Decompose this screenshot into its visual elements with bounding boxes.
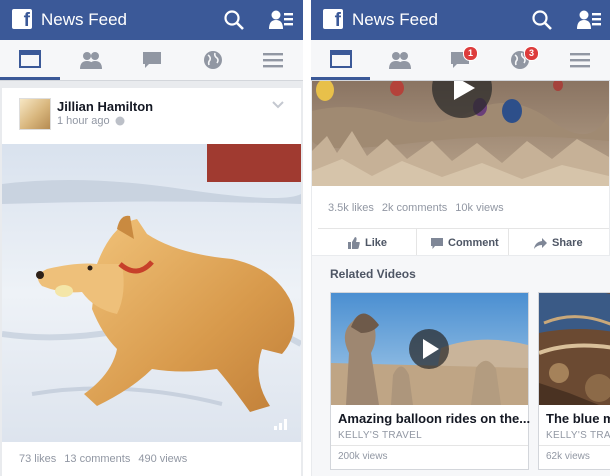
thumbs-up-icon [348,237,360,249]
related-video-card[interactable]: Amazing balloon rides on the... KELLY'S … [330,292,530,470]
video-views: 200k views [338,451,388,462]
tab-notifications[interactable] [490,40,550,80]
related-videos-section: Related Videos Amazing balloon rides on … [312,256,610,476]
post-time[interactable]: 1 hour ago [57,115,110,127]
top-bar: f News Feed [311,0,610,40]
divider [539,445,610,446]
post-photo-dog-in-snow[interactable] [2,144,301,442]
tab-messages[interactable] [121,40,182,80]
messages-badge: 1 [463,46,478,61]
likes-count[interactable]: 3.5k likes [328,202,374,214]
video-source[interactable]: KELLY'S TRAVEL [338,430,422,441]
like-label: Like [365,237,388,249]
comment-label: Comment [448,237,499,249]
likes-count[interactable]: 73 likes [19,453,56,465]
hamburger-menu-icon [263,53,283,68]
signal-icon [274,419,287,430]
friends-list-icon[interactable] [269,9,293,31]
facebook-logo-icon[interactable]: f [12,9,32,29]
tab-news-feed[interactable] [311,40,370,80]
like-button[interactable]: Like [348,237,387,249]
share-label: Share [552,237,583,249]
related-video-card[interactable]: The blue mo KELLY'S TRAV 62k views [538,292,610,470]
video-post-card: 3.5k likes 2k comments 10k views Like Comm… [312,81,609,255]
friends-list-icon[interactable] [577,9,601,31]
search-icon[interactable] [223,9,245,31]
divider [318,228,609,229]
tab-menu[interactable] [243,40,303,80]
post-stats: 73 likes 13 comments 490 views [19,453,195,465]
comment-button[interactable]: Comment [431,237,499,249]
avatar[interactable] [19,98,51,130]
video-thumbnail-cappadocia[interactable] [312,81,609,186]
comments-count[interactable]: 13 comments [64,453,130,465]
top-bar: f News Feed [0,0,303,40]
globe-icon [203,51,222,69]
left-screen: f News Feed Jillian Hamilton 1 hour ago [0,0,303,476]
video-title[interactable]: Amazing balloon rides on the... [338,411,530,426]
tab-friend-requests[interactable] [370,40,430,80]
tab-bar: 1 3 [311,40,610,81]
divider [416,229,417,255]
author-name[interactable]: Jillian Hamilton [57,99,153,114]
notifications-badge: 3 [524,46,539,61]
divider [508,229,509,255]
header-title: News Feed [41,10,127,29]
comments-count[interactable]: 2k comments [382,202,447,214]
tab-friend-requests[interactable] [60,40,121,80]
tab-bar [0,40,303,81]
post-stats: 3.5k likes 2k comments 10k views [328,202,512,214]
views-count[interactable]: 10k views [455,202,503,214]
video-source[interactable]: KELLY'S TRAV [546,430,610,441]
chat-icon [142,52,161,68]
video-thumbnail-blue-mosque[interactable] [539,293,610,405]
chevron-down-icon[interactable] [272,101,284,109]
news-feed-icon [19,49,41,68]
post-card: Jillian Hamilton 1 hour ago 73 likes 13 c… [2,88,301,476]
video-thumbnail-fairy-chimneys[interactable] [331,293,528,405]
tab-menu[interactable] [550,40,610,80]
divider [331,445,528,446]
video-title[interactable]: The blue mo [546,411,610,426]
share-icon [534,237,547,249]
friends-icon [79,52,102,69]
news-feed-icon [329,49,352,68]
related-videos-heading: Related Videos [330,267,416,281]
video-views: 62k views [546,451,590,462]
share-button[interactable]: Share [534,237,583,249]
views-count[interactable]: 490 views [138,453,187,465]
public-globe-icon [115,116,125,126]
hamburger-menu-icon [570,53,590,68]
search-icon[interactable] [531,9,553,31]
tab-messages[interactable] [430,40,490,80]
right-screen: f News Feed 1 3 3.5k likes 2k comments 1… [311,0,610,476]
tab-news-feed[interactable] [0,40,60,80]
friends-icon [389,52,411,69]
header-title: News Feed [352,10,438,29]
comment-icon [431,237,443,249]
facebook-logo-icon[interactable]: f [323,9,343,29]
tab-notifications[interactable] [182,40,243,80]
